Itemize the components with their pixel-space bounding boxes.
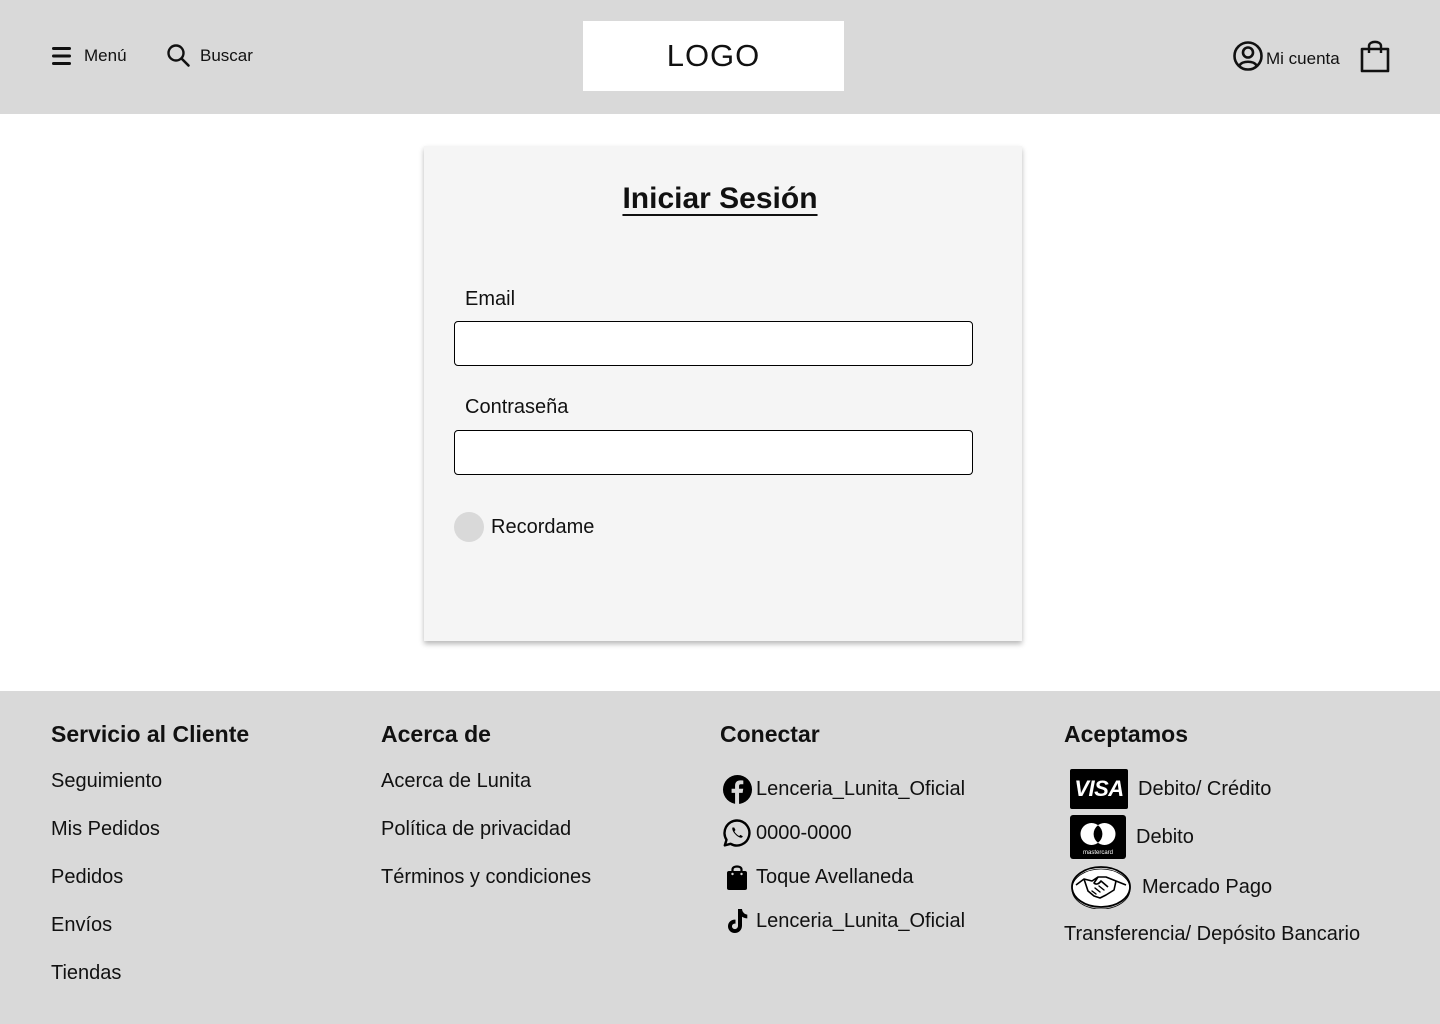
footer-link-privacy[interactable]: Política de privacidad <box>381 817 591 841</box>
tiktok-icon <box>720 907 754 935</box>
footer-link-terms[interactable]: Términos y condiciones <box>381 865 591 889</box>
menu-button[interactable]: Menú <box>50 42 127 70</box>
social-facebook-link[interactable]: Lenceria_Lunita_Oficial <box>720 771 965 807</box>
footer-column-title: Conectar <box>720 721 820 747</box>
social-store-link[interactable]: Toque Avellaneda <box>720 859 965 895</box>
payment-mercado-pago: Mercado Pago <box>1064 865 1360 909</box>
payment-label: Debito/ Crédito <box>1138 777 1272 800</box>
logo[interactable]: LOGO <box>583 21 844 91</box>
menu-label: Menú <box>84 46 127 65</box>
footer-payments: Aceptamos VISA Debito/ Crédito mastercar… <box>1064 719 1360 946</box>
social-label: Lenceria_Lunita_Oficial <box>756 777 966 800</box>
handshake-icon <box>1070 865 1132 909</box>
login-card: Iniciar Sesión Email Contraseña Recordam… <box>424 146 1022 641</box>
logo-text: LOGO <box>666 38 761 73</box>
social-whatsapp-link[interactable]: 0000-0000 <box>720 815 965 851</box>
footer-link-stores[interactable]: Tiendas <box>51 961 249 985</box>
search-button[interactable]: Buscar <box>166 42 253 70</box>
visa-badge-text: VISA <box>1070 769 1128 809</box>
email-label: Email <box>465 288 516 310</box>
remember-me-option[interactable]: Recordame <box>454 512 594 542</box>
footer-column-title: Servicio al Cliente <box>51 721 250 747</box>
user-circle-icon <box>1232 40 1264 77</box>
social-tiktok-link[interactable]: Lenceria_Lunita_Oficial <box>720 903 965 939</box>
social-label: Lenceria_Lunita_Oficial <box>756 909 966 932</box>
visa-icon: VISA <box>1070 769 1128 809</box>
remember-me-radio[interactable] <box>454 512 484 542</box>
password-field[interactable] <box>454 430 973 475</box>
payment-mastercard: mastercard Debito <box>1064 815 1360 859</box>
payment-bank-transfer: Transferencia/ Depósito Bancario <box>1064 923 1361 945</box>
social-label: Toque Avellaneda <box>756 865 914 888</box>
remember-me-label: Recordame <box>491 515 595 538</box>
cart-button[interactable] <box>1358 38 1392 79</box>
hamburger-icon <box>50 42 74 70</box>
footer-column-title: Aceptamos <box>1064 721 1188 747</box>
social-label: 0000-0000 <box>756 821 852 844</box>
email-field[interactable] <box>454 321 973 366</box>
shopping-bag-icon <box>720 863 754 891</box>
password-label: Contraseña <box>465 396 569 418</box>
footer-connect: Conectar Lenceria_Lunita_Oficial 0000-00… <box>720 719 965 947</box>
footer-about: Acerca de Acerca de Lunita Política de p… <box>381 719 591 913</box>
whatsapp-icon <box>720 818 754 848</box>
site-header: Menú Buscar LOGO Mi cuenta <box>0 0 1440 114</box>
mastercard-icon: mastercard <box>1070 815 1126 859</box>
footer-link-about-lunita[interactable]: Acerca de Lunita <box>381 769 591 793</box>
account-button[interactable]: Mi cuenta <box>1232 40 1340 77</box>
shopping-bag-icon <box>1358 40 1392 78</box>
search-label: Buscar <box>200 46 253 65</box>
footer-column-title: Acerca de <box>381 721 491 747</box>
footer-customer-service: Servicio al Cliente Seguimiento Mis Pedi… <box>51 719 249 1009</box>
payment-label: Mercado Pago <box>1142 875 1273 898</box>
footer-link-orders[interactable]: Pedidos <box>51 865 249 889</box>
payment-label: Debito <box>1136 825 1194 848</box>
login-title: Iniciar Sesión <box>622 182 818 215</box>
site-footer: Servicio al Cliente Seguimiento Mis Pedi… <box>0 691 1440 1024</box>
account-label: Mi cuenta <box>1266 48 1340 68</box>
search-icon <box>166 42 191 70</box>
payment-visa: VISA Debito/ Crédito <box>1064 769 1360 809</box>
mastercard-badge-text: mastercard <box>1083 850 1113 856</box>
footer-link-tracking[interactable]: Seguimiento <box>51 769 249 793</box>
footer-link-my-orders[interactable]: Mis Pedidos <box>51 817 249 841</box>
footer-link-shipping[interactable]: Envíos <box>51 913 249 937</box>
facebook-icon <box>720 774 754 805</box>
